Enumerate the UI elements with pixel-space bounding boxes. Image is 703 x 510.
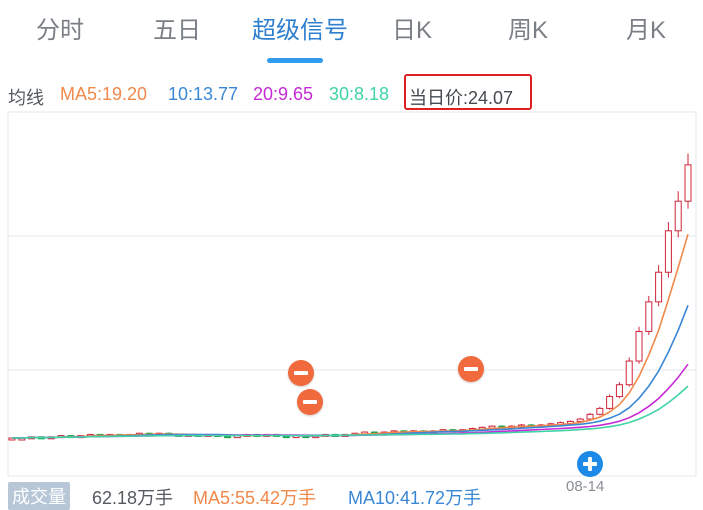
candle-body: [586, 413, 594, 420]
volume-legend: 成交量 62.18万手 MA5:55.42万手 MA10:41.72万手: [0, 480, 703, 510]
candle-body: [655, 271, 663, 303]
sell-signal-marker-2[interactable]: [297, 389, 323, 415]
candle-body: [674, 200, 682, 232]
ma-lines: [12, 233, 689, 439]
volume-ma5: MA5:55.42万手: [193, 488, 317, 508]
candles: [8, 153, 692, 441]
candle-body: [645, 301, 653, 332]
chart-grid: [7, 111, 697, 477]
candle-body: [606, 396, 614, 409]
sell-signal-marker-3[interactable]: [458, 356, 484, 382]
kline-chart[interactable]: [0, 0, 703, 509]
candle-body: [684, 164, 692, 202]
sell-signal-marker-1[interactable]: [288, 360, 314, 386]
candle-body: [664, 230, 672, 273]
ma-line-ma20: [12, 363, 689, 439]
volume-value: 62.18万手: [92, 488, 174, 508]
ma-line-ma30: [12, 385, 689, 439]
candle-body: [625, 360, 633, 386]
chart-frame: [7, 111, 697, 477]
ma-line-ma5: [12, 233, 689, 439]
candle-body: [635, 330, 643, 362]
candle-body: [596, 407, 604, 415]
buy-signal-marker[interactable]: [577, 451, 603, 477]
volume-label[interactable]: 成交量: [8, 482, 70, 510]
volume-ma10: MA10:41.72万手: [348, 488, 482, 508]
candle-body: [576, 418, 584, 422]
candle-body: [615, 384, 623, 398]
